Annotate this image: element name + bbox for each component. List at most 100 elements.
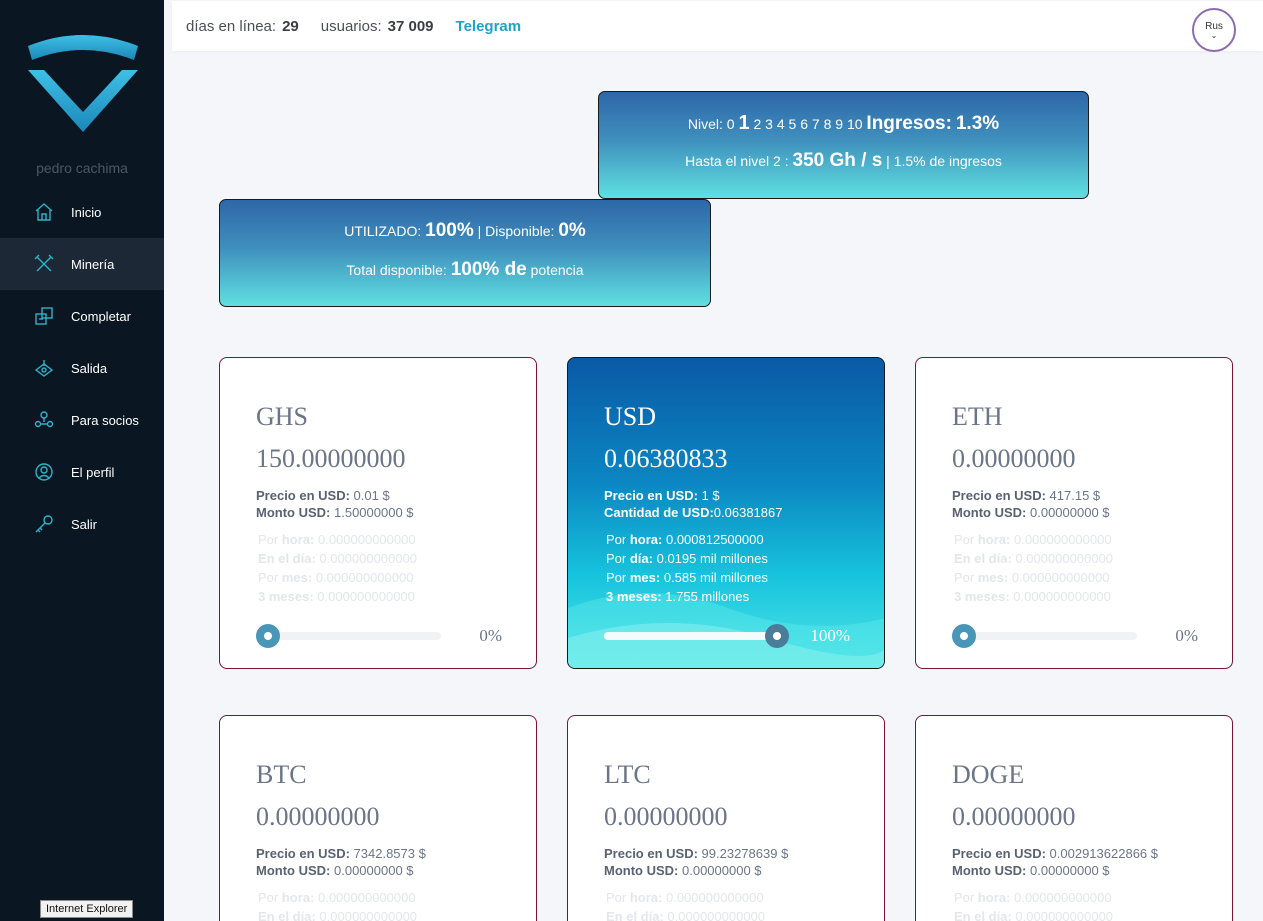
- level-0[interactable]: 0: [727, 116, 735, 132]
- rate-quarter-value: 0.000000000000: [1013, 589, 1111, 604]
- currency-name: DOGE: [952, 760, 1025, 789]
- rate-quarter-value: 0.000000000000: [317, 589, 415, 604]
- telegram-link[interactable]: Telegram: [456, 18, 522, 35]
- used-value: 100%: [425, 220, 474, 241]
- rates-info: Por hora: 0.000000000000 En el día: 0.00…: [954, 888, 1113, 921]
- total-label: Total disponible:: [346, 262, 447, 278]
- level-7[interactable]: 7: [812, 116, 820, 132]
- power-percent: 100%: [810, 626, 850, 645]
- sidebar-item-label: Completar: [71, 308, 131, 324]
- total-value: 100% de: [450, 259, 527, 280]
- rate-day-value: 0.000000000000: [667, 909, 766, 921]
- level-9[interactable]: 9: [835, 116, 843, 132]
- rate-prefix: Por: [258, 570, 279, 585]
- currency-card-ghs[interactable]: GHS 150.00000000 Precio en USD: 0.01 $ M…: [219, 357, 537, 669]
- currency-card-btc[interactable]: BTC 0.00000000 Precio en USD: 7342.8573 …: [219, 715, 537, 921]
- level-1[interactable]: 1: [738, 112, 749, 134]
- slider-handle[interactable]: [765, 624, 789, 648]
- currency-balance: 0.06380833: [604, 444, 728, 473]
- rate-hour-label: hora:: [977, 532, 1011, 547]
- rate-day-value: 0.000000000000: [319, 551, 418, 566]
- usage-row: UTILIZADO: 100% | Disponible: 0%: [220, 220, 710, 242]
- slider-handle[interactable]: [256, 624, 280, 648]
- rate-quarter-label: 3 meses:: [606, 589, 662, 604]
- rate-month-value: 0.000000000000: [1011, 570, 1110, 585]
- sidebar-nav: Inicio Minería Completar Salida Para soc…: [0, 186, 164, 550]
- price-info: Precio en USD: 1 $ Cantidad de USD:0.063…: [604, 487, 782, 521]
- currency-card-usd[interactable]: USD 0.06380833 Precio en USD: 1 $ Cantid…: [567, 357, 885, 669]
- currency-card-doge[interactable]: DOGE 0.00000000 Precio en USD: 0.0029136…: [915, 715, 1233, 921]
- price-label: Precio en USD:: [952, 846, 1046, 861]
- currency-name: LTC: [604, 760, 651, 789]
- rate-prefix: Por: [606, 890, 627, 905]
- amount-value: 0.00000000 $: [1030, 863, 1110, 878]
- price-value: 1 $: [701, 488, 720, 503]
- currency-card-ltc[interactable]: LTC 0.00000000 Precio en USD: 99.2327863…: [567, 715, 885, 921]
- power-percent: 0%: [479, 626, 502, 645]
- sidebar-item-inicio[interactable]: Inicio: [0, 186, 164, 238]
- rate-hour-value: 0.000000000000: [665, 890, 764, 905]
- slider-handle[interactable]: [952, 624, 976, 648]
- currency-name: ETH: [952, 402, 1003, 431]
- power-slider[interactable]: [952, 624, 1137, 648]
- price-info: Precio en USD: 7342.8573 $ Monto USD: 0.…: [256, 845, 426, 879]
- rate-hour-value: 0.000000000000: [317, 890, 416, 905]
- price-label: Precio en USD:: [604, 846, 698, 861]
- days-online-label: días en línea:: [186, 17, 277, 35]
- level-10[interactable]: 10: [847, 116, 863, 132]
- rate-month-value: 0.000000000000: [315, 570, 414, 585]
- level-3[interactable]: 3: [765, 116, 773, 132]
- amount-value: 1.50000000 $: [334, 505, 414, 520]
- price-info: Precio en USD: 0.01 $ Monto USD: 1.50000…: [256, 487, 414, 521]
- currency-card-eth[interactable]: ETH 0.00000000 Precio en USD: 417.15 $ M…: [915, 357, 1233, 669]
- rate-prefix: Por: [258, 532, 279, 547]
- rate-quarter-label: 3 meses:: [258, 589, 314, 604]
- rate-quarter-label: 3 meses:: [954, 589, 1010, 604]
- sidebar-item-salida[interactable]: Salida: [0, 342, 164, 394]
- level-label: Nivel:: [687, 116, 723, 132]
- level-2[interactable]: 2: [753, 116, 761, 132]
- level-4[interactable]: 4: [777, 116, 785, 132]
- browser-tooltip: Internet Explorer: [40, 900, 134, 918]
- rate-day-value: 0.000000000000: [1015, 551, 1114, 566]
- sidebar-item-socios[interactable]: Para socios: [0, 394, 164, 446]
- sidebar-item-label: Inicio: [71, 204, 102, 220]
- power-slider[interactable]: [604, 624, 789, 648]
- username: pedro cachima: [36, 160, 128, 176]
- income-label: Ingresos:: [866, 113, 952, 134]
- rate-prefix: Por: [606, 570, 627, 585]
- sidebar-item-perfil[interactable]: El perfil: [0, 446, 164, 498]
- currency-balance: 0.00000000: [604, 802, 728, 831]
- sidebar-item-completar[interactable]: Completar: [0, 290, 164, 342]
- level-8[interactable]: 8: [824, 116, 832, 132]
- sidebar-item-label: El perfil: [71, 464, 115, 480]
- rate-day-label: En el día:: [954, 909, 1012, 921]
- sidebar-item-mineria[interactable]: Minería: [0, 238, 164, 290]
- slider-track: [952, 632, 1137, 640]
- price-label: Precio en USD:: [256, 488, 350, 503]
- level-5[interactable]: 5: [789, 116, 797, 132]
- level-6[interactable]: 6: [800, 116, 808, 132]
- separator: |: [886, 153, 890, 169]
- rate-hour-value: 0.000812500000: [665, 532, 764, 547]
- deposit-icon: [33, 305, 55, 327]
- rate-day-value: 0.000000000000: [1015, 909, 1114, 921]
- price-value: 99.23278639 $: [701, 846, 789, 861]
- currency-name: GHS: [256, 402, 309, 431]
- rate-month-value: 0.585 mil millones: [663, 570, 768, 585]
- withdraw-icon: [33, 357, 55, 379]
- rate-month-label: mes:: [629, 570, 661, 585]
- rate-prefix: Por: [606, 532, 627, 547]
- profile-icon: [33, 461, 55, 483]
- topbar: días en línea: 29 usuarios: 37 009 Teleg…: [172, 1, 1263, 52]
- rate-hour-label: hora:: [281, 890, 315, 905]
- amount-label: Monto USD:: [952, 863, 1027, 878]
- logo-icon: [28, 35, 138, 132]
- power-slider[interactable]: [256, 624, 441, 648]
- sidebar-item-salir[interactable]: Salir: [0, 498, 164, 550]
- price-label: Precio en USD:: [256, 846, 350, 861]
- amount-label: Monto USD:: [256, 863, 331, 878]
- sidebar-item-label: Para socios: [71, 412, 139, 428]
- sidebar-item-label: Salida: [71, 360, 108, 376]
- language-selector[interactable]: Rus ⌄: [1192, 8, 1236, 52]
